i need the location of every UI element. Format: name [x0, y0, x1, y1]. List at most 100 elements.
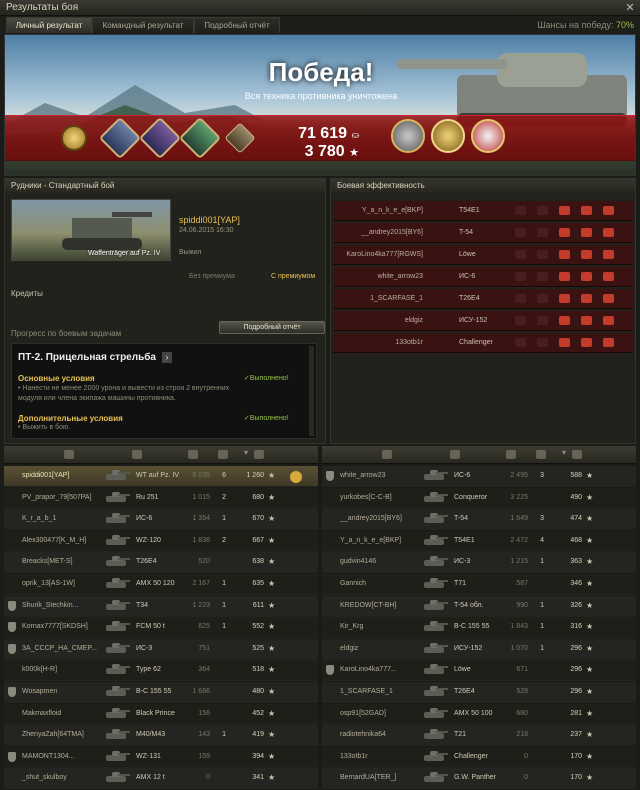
- enemy-tank-icon: [422, 772, 448, 784]
- ally-xp-star-icon: ★: [268, 730, 276, 740]
- ally-row[interactable]: PV_prapor_79[507PA] Ru 251 1 015 2 680 ★: [4, 487, 318, 509]
- ally-row[interactable]: oprik_13[AS-1W] AMX 50 120 2 167 1 635 ★: [4, 574, 318, 595]
- damage-column-icon[interactable]: [188, 450, 198, 459]
- tab-team-result[interactable]: Командный результат: [92, 17, 194, 33]
- enemy-row[interactable]: radiotehnika64 T21 218 237 ★: [322, 725, 636, 747]
- ally-xp: 394: [252, 752, 264, 760]
- enemy-tank-name: G.W. Panther: [454, 774, 497, 782]
- enemy-row[interactable]: Gannich T71 587 346 ★: [322, 574, 636, 595]
- enemy-xp-star-icon: ★: [586, 492, 594, 502]
- enemy-tank-icon: [422, 534, 448, 547]
- kills-column-icon[interactable]: [218, 450, 228, 459]
- enemy-xp-star-icon: ★: [586, 730, 594, 740]
- ally-row[interactable]: Wosapmen В-С 155 55 1 686 480 ★: [4, 682, 318, 703]
- enemy-row[interactable]: 133otb1r Challenger 0 170 ★: [322, 746, 636, 768]
- efficiency-row[interactable]: KaroLino4ka777[RGWS] Löwe: [333, 245, 633, 265]
- efficiency-row[interactable]: white_arrow23 ИС-6: [333, 267, 633, 287]
- enemy-row[interactable]: Kir_Krg В-С 155 55 1 843 1 316 ★: [322, 617, 636, 639]
- enemy-row[interactable]: Y_a_n_k_e_e[BKP] T54E1 2 472 4 468 ★: [322, 530, 636, 552]
- close-icon[interactable]: ✕: [624, 2, 636, 14]
- ally-row[interactable]: k000k[H-R] Type 62 364 518 ★: [4, 660, 318, 682]
- ally-xp: 667: [252, 536, 264, 544]
- enemy-xp: 468: [570, 536, 582, 544]
- ally-row[interactable]: 3A_CCCP_HA_CMEP... ИС-3 751 525 ★: [4, 638, 318, 660]
- ally-tank-icon: [104, 621, 130, 633]
- xp-column-icon[interactable]: [254, 450, 264, 459]
- ally-row[interactable]: K_r_a_b_1 ИС-6 1 354 1 670 ★: [4, 509, 318, 531]
- ally-damage: 1 836: [192, 536, 210, 544]
- quest-scrollbar[interactable]: [309, 346, 314, 436]
- xp-column-icon[interactable]: [572, 450, 582, 459]
- ally-player-name: MAMONT1304...: [22, 752, 75, 760]
- ally-player-name: Alex300477[K_M_H]: [22, 536, 87, 544]
- efficiency-row[interactable]: __andrey2015[BY6] T-54: [333, 223, 633, 243]
- ally-tank-name: В-С 155 55: [136, 688, 172, 695]
- damage-column-icon[interactable]: [506, 450, 516, 459]
- ally-row[interactable]: Makmaxfloid Black Prince 156 452 ★: [4, 703, 318, 725]
- ally-row[interactable]: Breacks[MET-S] T26E4 520 638 ★: [4, 552, 318, 574]
- enemy-player-name: eldgiz: [340, 644, 359, 652]
- tank-column-icon[interactable]: [450, 450, 460, 459]
- victory-banner: Победа! Вся техника противника уничтожен…: [4, 34, 636, 176]
- ally-xp-star-icon: ★: [268, 557, 276, 567]
- ally-damage: 1 015: [192, 493, 210, 501]
- enemy-tank-icon: [422, 621, 448, 633]
- ally-tank-icon: [104, 491, 130, 504]
- ally-damage: 1 223: [192, 601, 210, 609]
- player-column-icon[interactable]: [64, 450, 74, 459]
- enemy-tank-name: Challenger: [454, 752, 488, 760]
- enemy-row[interactable]: osp91[52GAD] AMX 50 100 680 281 ★: [322, 703, 636, 725]
- ally-row[interactable]: Kornax7777[SKDSH] FCM 50 t 625 1 552 ★: [4, 617, 318, 639]
- enemy-damage: 0: [524, 752, 528, 760]
- enemy-row[interactable]: __andrey2015[BY6] T-54 1 649 3 474 ★: [322, 509, 636, 531]
- ally-row[interactable]: Shurik_Stechkin... T34 1 223 1 611 ★: [4, 595, 318, 617]
- enemy-row[interactable]: KREDOW[CT-BH] T-54 обл. 990 1 326 ★: [322, 595, 636, 617]
- win-chance-value: 70%: [615, 20, 634, 30]
- no-premium-label: Без премиума: [189, 273, 235, 280]
- enemy-row[interactable]: gudvin4146 ИС-3 1 215 1 363 ★: [322, 552, 636, 574]
- efficiency-row[interactable]: 133otb1r Challenger: [333, 333, 633, 353]
- enemy-xp-star-icon: ★: [586, 535, 594, 545]
- ally-xp-star-icon: ★: [268, 514, 276, 524]
- ally-row[interactable]: MAMONT1304... WZ-131 159 394 ★: [4, 746, 318, 768]
- ally-tank-icon: [104, 556, 130, 568]
- ally-row[interactable]: spiddi001[YAP] WT auf Pz. IV 6 035 6 1 260 ★: [4, 466, 318, 487]
- sort-arrow-icon[interactable]: ▾: [244, 448, 254, 457]
- enemy-row[interactable]: KaroLino4ka777... Löwe 671 296 ★: [322, 660, 636, 682]
- kill-icon: [603, 250, 614, 259]
- sort-arrow-icon[interactable]: ▾: [562, 448, 572, 457]
- detailed-report-button[interactable]: Подробный отчёт: [219, 321, 325, 334]
- ally-row[interactable]: ZhenyaZah[64TMA] M40/M43 143 1 419 ★: [4, 725, 318, 747]
- tab-detailed-report[interactable]: Подробный отчёт: [194, 17, 280, 33]
- win-chance: Шансы на победу: 70%: [537, 20, 634, 30]
- enemy-row[interactable]: yurkobes[C-C-B] Conqueror 3 225 490 ★: [322, 487, 636, 509]
- efficiency-row[interactable]: Y_a_n_k_e_e[BKP] T54E1: [333, 201, 633, 221]
- team-tables: ▾ ▾ spiddi001[YAP] WT auf Pz. IV 6 035 6 1 2…: [4, 446, 636, 790]
- ally-damage: 520: [198, 558, 210, 566]
- ally-row[interactable]: Alex300477[K_M_H] WZ-120 1 836 2 667 ★: [4, 530, 318, 552]
- efficiency-panel: Боевая эффективность Y_a_n_k_e_e[BKP] T54…: [330, 178, 636, 444]
- efficiency-row[interactable]: eldgiz ИСУ-152: [333, 311, 633, 331]
- ally-xp-star-icon: ★: [268, 687, 276, 696]
- chevron-right-icon[interactable]: ›: [162, 352, 172, 363]
- enemy-row[interactable]: white_arrow23 ИС-6 2 495 3 588 ★: [322, 466, 636, 487]
- enemy-row[interactable]: eldgiz ИСУ-152 1 070 1 296 ★: [322, 638, 636, 660]
- tank-column-icon[interactable]: [132, 450, 142, 459]
- efficiency-row[interactable]: 1_SCARFASE_1 T26E4: [333, 289, 633, 309]
- enemy-tank-icon: [422, 513, 448, 525]
- enemy-damage: 1 843: [510, 623, 528, 631]
- enemy-damage: 680: [516, 709, 528, 717]
- tank-name: Waffenträger auf Pz. IV: [88, 250, 161, 257]
- enemy-row[interactable]: 1_SCARFASE_1 T26E4 528 296 ★: [322, 682, 636, 703]
- kills-column-icon[interactable]: [536, 450, 546, 459]
- ally-row[interactable]: _shut_skulboy AMX 12 t 0 341 ★: [4, 768, 318, 790]
- enemy-damage: 2 495: [510, 472, 528, 479]
- tab-personal-result[interactable]: Личный результат: [6, 17, 92, 33]
- enemy-xp: 281: [570, 709, 582, 717]
- crit-icon: [559, 338, 570, 347]
- player-column-icon[interactable]: [382, 450, 392, 459]
- progress-title: Прогресс по боевым задачам: [11, 329, 122, 338]
- spot-icon: [515, 294, 526, 303]
- ally-player-name: PV_prapor_79[507PA]: [22, 493, 92, 501]
- enemy-row[interactable]: BernardUA[TER_] G.W. Panther 0 170 ★: [322, 768, 636, 790]
